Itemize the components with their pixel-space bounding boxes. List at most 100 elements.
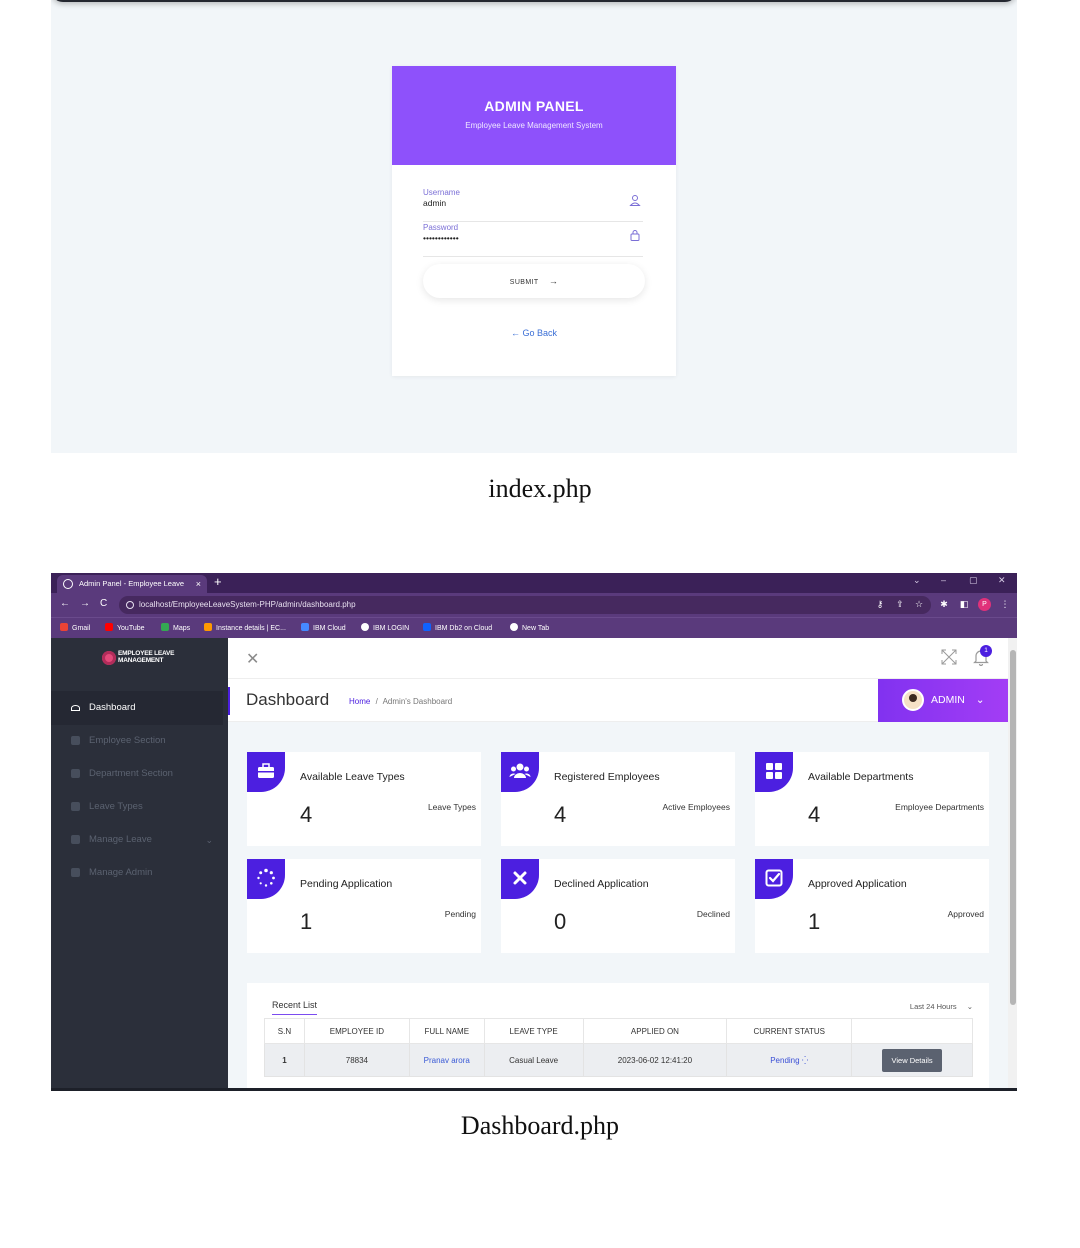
cell-full-name[interactable]: Pranav arora [408, 1043, 485, 1077]
cloud-icon [301, 623, 309, 631]
card-label: Leave Types [427, 802, 476, 812]
youtube-icon [105, 623, 113, 631]
main-content: ✕ 1 Dashboard Home / Admin's Dashboard A… [228, 638, 1008, 1091]
lock-icon [630, 230, 640, 241]
avatar [902, 689, 924, 711]
view-details-button[interactable]: View Details [882, 1048, 942, 1072]
bookmark-instance-details[interactable]: Instance details | EC... [204, 623, 286, 632]
employee-name-link[interactable]: Pranav arora [424, 1056, 470, 1065]
reload-icon[interactable]: C [100, 598, 107, 609]
status-badge: Pending [770, 1055, 800, 1065]
lock-icon [71, 868, 80, 877]
url-bar[interactable]: localhost/EmployeeLeaveSystem-PHP/admin/… [119, 596, 931, 614]
bookmark-ibm-cloud[interactable]: IBM Cloud [301, 623, 346, 632]
card-value: 0 [554, 909, 567, 934]
card-value: 4 [300, 802, 313, 827]
app-logo[interactable]: EMPLOYEE LEAVE MANAGEMENT [102, 650, 182, 668]
password-field[interactable]: Password •••••••••••• [423, 223, 643, 257]
more-menu-icon[interactable]: ⋮ [1000, 599, 1010, 609]
minimize-icon[interactable]: – [941, 575, 946, 585]
sidebar-item-manage-admin[interactable]: Manage Admin [51, 856, 223, 890]
cell-status: Pending ⁛ [726, 1043, 853, 1077]
card-title: Registered Employees [554, 771, 660, 783]
period-select[interactable]: Last 24 Hours ⌄ [910, 1002, 973, 1011]
cell-action: View Details [851, 1043, 973, 1077]
close-icon[interactable]: ✕ [246, 649, 259, 669]
go-back-label: Go Back [522, 328, 558, 338]
username-field[interactable]: Username admin [423, 188, 643, 222]
aws-icon [204, 623, 212, 631]
card-value: 4 [808, 802, 821, 827]
arrow-right-icon: → [548, 276, 559, 286]
bookmark-new-tab[interactable]: New Tab [510, 623, 549, 632]
bookmark-ibm-login[interactable]: IBM LOGIN [361, 623, 409, 632]
go-back-link[interactable]: ← Go Back [392, 328, 676, 338]
title-row: Dashboard Home / Admin's Dashboard ADMIN… [228, 678, 1008, 722]
card-label: Declined [696, 909, 730, 919]
bookmark-ibm-db2[interactable]: IBM Db2 on Cloud [423, 623, 492, 632]
gmail-icon [60, 623, 68, 631]
x-icon [501, 859, 539, 899]
login-header: ADMIN PANEL Employee Leave Management Sy… [392, 66, 676, 165]
chevron-down-icon[interactable]: ⌄ [913, 575, 921, 586]
cell-employee-id: 78834 [303, 1043, 410, 1077]
restore-icon[interactable]: ▢ [969, 575, 978, 586]
card-label: Pending [444, 909, 476, 919]
sidebar-item-manage-leave[interactable]: Manage Leave ⌄ [51, 823, 223, 857]
key-icon[interactable]: ⚷ [875, 599, 885, 609]
card-value: 1 [808, 909, 821, 934]
submit-button[interactable]: SUBMIT → [423, 264, 645, 298]
dashboard-icon [71, 705, 80, 711]
leave-icon [71, 802, 80, 811]
close-icon[interactable]: × [196, 575, 201, 593]
sidebar-item-department-section[interactable]: Department Section [51, 757, 223, 791]
sidebar-item-dashboard[interactable]: Dashboard [51, 691, 223, 725]
share-icon[interactable]: ⇪ [895, 599, 905, 609]
column-header: EMPLOYEE ID [303, 1018, 410, 1044]
breadcrumb-home[interactable]: Home [349, 697, 370, 706]
stat-card-approved: Approved Application 1 Approved [755, 859, 989, 953]
window-close-icon[interactable]: ✕ [998, 575, 1006, 586]
logo-mark-icon [102, 651, 116, 665]
username-value[interactable]: admin [423, 198, 446, 208]
profile-avatar[interactable]: P [978, 598, 991, 611]
title-accent [228, 687, 230, 715]
card-label: Employee Departments [895, 802, 984, 812]
card-title: Available Leave Types [300, 771, 405, 783]
bookmark-maps[interactable]: Maps [161, 623, 190, 632]
browser-tab[interactable]: Admin Panel - Employee Leave × [57, 575, 207, 593]
side-panel-icon[interactable]: ◧ [959, 599, 969, 609]
scrollbar-thumb[interactable] [1010, 650, 1016, 1005]
calendar-icon [71, 835, 80, 844]
bookmark-gmail[interactable]: Gmail [60, 623, 90, 632]
breadcrumb-current: Admin's Dashboard [382, 697, 453, 706]
recent-list-panel: Recent List Last 24 Hours ⌄ S.N EMPLOYEE… [247, 983, 989, 1091]
fullscreen-icon[interactable] [941, 649, 957, 665]
star-icon[interactable]: ☆ [914, 599, 924, 609]
caption-index: index.php [488, 474, 592, 503]
breadcrumb: Home / Admin's Dashboard [349, 697, 452, 706]
bookmarks-bar: Gmail YouTube Maps Instance details | EC… [51, 617, 1017, 638]
bookmark-youtube[interactable]: YouTube [105, 623, 145, 632]
admin-dropdown[interactable]: ADMIN ⌄ [878, 679, 1008, 722]
forward-icon[interactable]: → [80, 598, 90, 609]
dashboard-screenshot: Admin Panel - Employee Leave × + ⌄ – ▢ ✕… [51, 573, 1017, 1091]
sidebar-item-employee-section[interactable]: Employee Section [51, 724, 223, 758]
new-tab-button[interactable]: + [214, 574, 222, 589]
password-value[interactable]: •••••••••••• [423, 233, 459, 243]
card-value: 4 [554, 802, 567, 827]
caption-dashboard: Dashboard.php [460, 1111, 620, 1140]
column-header: CURRENT STATUS [726, 1018, 853, 1044]
sidebar-item-leave-types[interactable]: Leave Types [51, 790, 223, 824]
username-label: Username [423, 188, 460, 197]
column-header: FULL NAME [408, 1018, 485, 1044]
page-title: Dashboard [246, 690, 330, 709]
table-row: 1 78834 Pranav arora Casual Leave 2023-0… [264, 1043, 973, 1077]
back-icon[interactable]: ← [60, 598, 70, 609]
extensions-icon[interactable]: ✱ [939, 599, 949, 609]
chevron-down-icon: ⌄ [205, 835, 213, 845]
info-icon [126, 601, 134, 609]
globe-icon [510, 623, 518, 631]
briefcase-icon [247, 752, 285, 792]
chevron-down-icon: ⌄ [966, 1002, 973, 1011]
